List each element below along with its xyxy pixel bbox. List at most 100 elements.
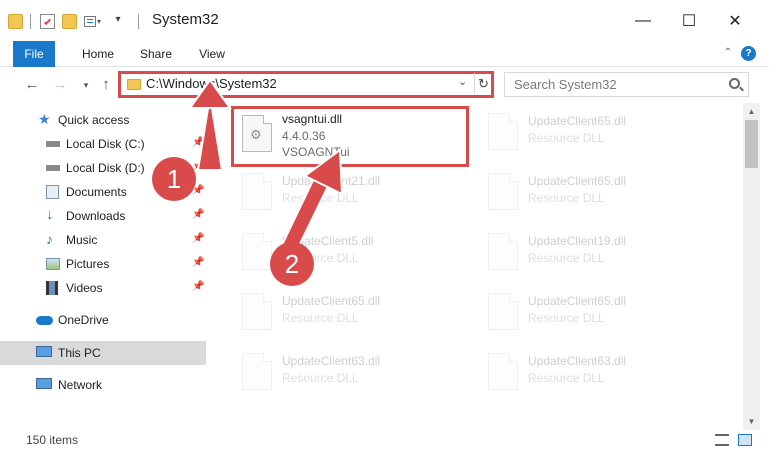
- recent-locations-icon[interactable]: ▾: [78, 76, 94, 94]
- sidebar-item-label: Music: [66, 233, 98, 247]
- folder-icon[interactable]: [8, 14, 23, 29]
- file-item[interactable]: UpdateClient65.dll Resource DLL: [480, 107, 690, 159]
- status-bar: 150 items: [0, 430, 769, 464]
- file-name: UpdateClient21.dll: [282, 174, 381, 188]
- documents-icon: [46, 185, 59, 199]
- rename-icon[interactable]: ▾: [84, 14, 102, 29]
- search-input[interactable]: Search System32: [504, 72, 749, 97]
- large-icons-view-icon[interactable]: [738, 434, 752, 446]
- back-icon[interactable]: ←: [24, 76, 40, 94]
- highlight-box: [231, 106, 469, 167]
- sidebar-item-quick-access[interactable]: ★ Quick access: [0, 108, 206, 132]
- help-icon[interactable]: ?: [741, 46, 756, 61]
- file-item[interactable]: UpdateClient19.dll Resource DLL: [480, 227, 690, 279]
- star-icon: ★: [38, 111, 51, 127]
- sidebar-item-music[interactable]: ♪ Music 📌: [0, 228, 206, 252]
- dll-file-icon: [242, 293, 272, 330]
- tab-share[interactable]: Share: [132, 41, 180, 67]
- file-item[interactable]: UpdateClient65.dll Resource DLL: [480, 167, 690, 219]
- pin-icon[interactable]: 📌: [192, 257, 204, 268]
- file-description: Resource DLL: [282, 371, 359, 385]
- pin-icon[interactable]: 📌: [192, 137, 204, 148]
- sidebar-item-label: Pictures: [66, 257, 110, 271]
- address-bar[interactable]: C:\Windows\System32 ⌄ ↻: [118, 71, 494, 98]
- ribbon-tabs: File Home Share View ⌃ ?: [0, 41, 769, 67]
- new-folder-icon[interactable]: [62, 14, 77, 29]
- vertical-scrollbar[interactable]: ▲ ▼: [743, 103, 760, 430]
- up-icon[interactable]: ↑: [98, 76, 114, 94]
- dll-file-icon: [488, 233, 518, 270]
- sidebar-item-downloads[interactable]: ↓ Downloads 📌: [0, 204, 206, 228]
- file-item[interactable]: UpdateClient21.dll Resource DLL: [234, 167, 444, 219]
- scrollbar-thumb[interactable]: [745, 120, 758, 168]
- navigation-pane: ★ Quick access Local Disk (C:) 📌 Local D…: [0, 103, 210, 430]
- address-row: ← → ▾ ↑ C:\Windows\System32 ⌄ ↻ Search S…: [0, 67, 769, 103]
- file-name: UpdateClient63.dll: [528, 354, 627, 368]
- customize-quick-access-icon[interactable]: ▾: [112, 14, 124, 29]
- sidebar-item-label: Videos: [66, 281, 103, 295]
- file-item[interactable]: UpdateClient63.dll Resource DLL: [234, 347, 444, 399]
- file-item[interactable]: UpdateClient5.dll Resource DLL: [234, 227, 444, 279]
- item-count: 150 items: [26, 433, 79, 447]
- maximize-button[interactable]: ☐: [666, 0, 712, 41]
- drive-icon: [46, 165, 60, 171]
- pin-icon[interactable]: 📌: [192, 209, 204, 220]
- divider: [138, 14, 139, 29]
- sidebar-item-label: Quick access: [58, 113, 130, 127]
- music-icon: ♪: [46, 231, 53, 247]
- details-view-icon[interactable]: [715, 434, 729, 446]
- dll-file-icon: [242, 353, 272, 390]
- file-name: UpdateClient65.dll: [528, 114, 627, 128]
- sidebar-item-onedrive[interactable]: OneDrive: [0, 308, 206, 332]
- file-name: UpdateClient65.dll: [528, 174, 627, 188]
- sidebar-item-label: Local Disk (C:): [66, 137, 145, 151]
- tab-view[interactable]: View: [191, 41, 233, 67]
- pin-icon[interactable]: 📌: [192, 281, 204, 292]
- refresh-icon[interactable]: ↻: [474, 73, 492, 94]
- drive-icon: [46, 141, 60, 147]
- sidebar-item-local-disk-c[interactable]: Local Disk (C:) 📌: [0, 132, 206, 156]
- chevron-down-icon[interactable]: ⌄: [458, 75, 467, 88]
- file-description: Resource DLL: [282, 311, 359, 325]
- sidebar-item-label: Local Disk (D:): [66, 161, 145, 175]
- file-description: Resource DLL: [282, 191, 359, 205]
- chevron-up-icon[interactable]: ⌃: [722, 47, 734, 59]
- step-badge-1: 1: [152, 157, 196, 201]
- computer-icon: [36, 346, 52, 357]
- sidebar-item-videos[interactable]: Videos 📌: [0, 276, 206, 300]
- dll-file-icon: [242, 233, 272, 270]
- file-description: Resource DLL: [528, 191, 605, 205]
- sidebar-item-label: OneDrive: [58, 313, 109, 327]
- file-item[interactable]: UpdateClient65.dll Resource DLL: [234, 287, 444, 339]
- search-placeholder: Search System32: [514, 77, 617, 92]
- sidebar-item-label: This PC: [58, 346, 101, 360]
- title-bar: ▾ ▾ System32 — ☐ ✕: [0, 0, 769, 41]
- search-icon[interactable]: [729, 78, 740, 89]
- dll-file-icon: [488, 113, 518, 150]
- dll-file-icon: [488, 353, 518, 390]
- file-name: UpdateClient65.dll: [528, 294, 627, 308]
- scroll-up-icon[interactable]: ▲: [743, 103, 760, 120]
- sidebar-item-pictures[interactable]: Pictures 📌: [0, 252, 206, 276]
- minimize-button[interactable]: —: [620, 0, 666, 41]
- dll-file-icon: [488, 293, 518, 330]
- sidebar-item-this-pc[interactable]: This PC: [0, 341, 206, 365]
- scroll-down-icon[interactable]: ▼: [743, 413, 760, 430]
- pictures-icon: [46, 258, 60, 270]
- address-path[interactable]: C:\Windows\System32: [146, 76, 277, 91]
- forward-icon[interactable]: →: [52, 76, 68, 94]
- file-item[interactable]: UpdateClient65.dll Resource DLL: [480, 287, 690, 339]
- file-description: Resource DLL: [528, 251, 605, 265]
- sidebar-item-network[interactable]: Network: [0, 373, 206, 397]
- tab-file[interactable]: File: [13, 41, 55, 67]
- file-description: Resource DLL: [528, 131, 605, 145]
- file-item[interactable]: UpdateClient63.dll Resource DLL: [480, 347, 690, 399]
- sidebar-item-label: Downloads: [66, 209, 126, 223]
- tab-home[interactable]: Home: [75, 41, 121, 67]
- sidebar-item-label: Documents: [66, 185, 127, 199]
- pin-icon[interactable]: 📌: [192, 233, 204, 244]
- dll-file-icon: [242, 173, 272, 210]
- file-description: Resource DLL: [528, 371, 605, 385]
- properties-icon[interactable]: [40, 14, 55, 29]
- close-button[interactable]: ✕: [712, 0, 758, 41]
